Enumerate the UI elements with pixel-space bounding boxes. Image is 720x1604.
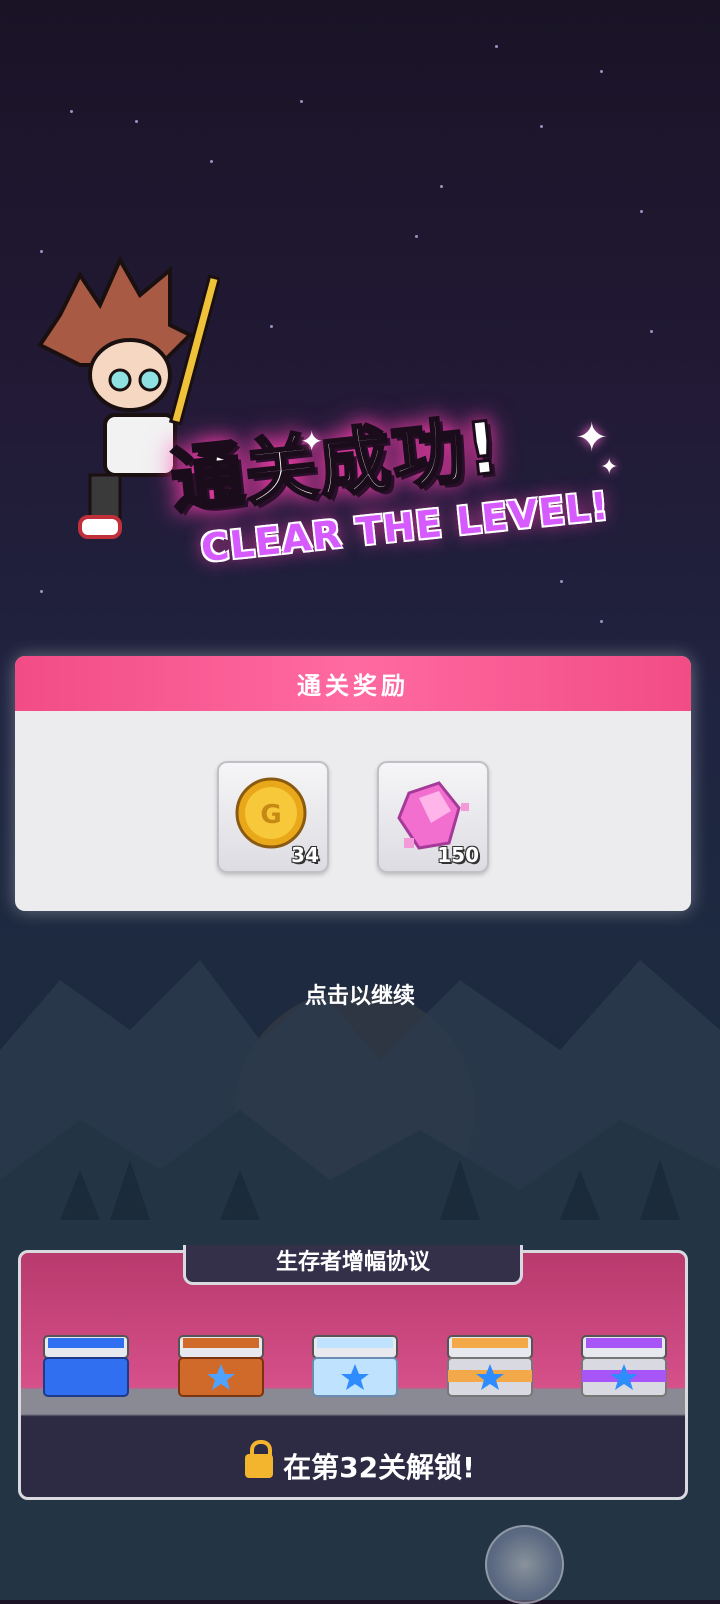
lock-icon [245, 1440, 274, 1478]
chest-row [40, 1330, 670, 1400]
svg-text:G: G [260, 800, 281, 830]
blue-chest-icon[interactable] [40, 1330, 132, 1400]
unlock-message: 在第32关解锁! [0, 1440, 720, 1486]
reward-items: G 34 150 [15, 761, 691, 873]
unlock-text: 在第32关解锁! [283, 1451, 475, 1484]
reward-panel: 通关奖励 G 34 150 [15, 656, 691, 911]
reward-item[interactable]: 150 [377, 761, 489, 873]
amplification-title: 生存者增幅协议 [183, 1245, 523, 1285]
level-clear-banner: 通关成功! CLEAR THE LEVEL! ✦ ✦ ✦ [20, 255, 700, 615]
gold-chest-icon[interactable] [444, 1330, 536, 1400]
light-blue-chest-icon[interactable] [309, 1330, 401, 1400]
reward-header: 通关奖励 [15, 656, 691, 711]
tap-to-continue[interactable]: 点击以继续 [0, 978, 720, 1010]
sparkle-icon: ✦ [300, 425, 324, 458]
purple-chest-icon[interactable] [578, 1330, 670, 1400]
bubble-orb-icon [485, 1525, 564, 1604]
reward-count: 150 [437, 843, 479, 867]
orange-chest-icon[interactable] [175, 1330, 267, 1400]
reward-item[interactable]: G 34 [217, 761, 329, 873]
reward-count: 34 [291, 843, 319, 867]
sparkle-icon: ✦ [600, 455, 619, 480]
